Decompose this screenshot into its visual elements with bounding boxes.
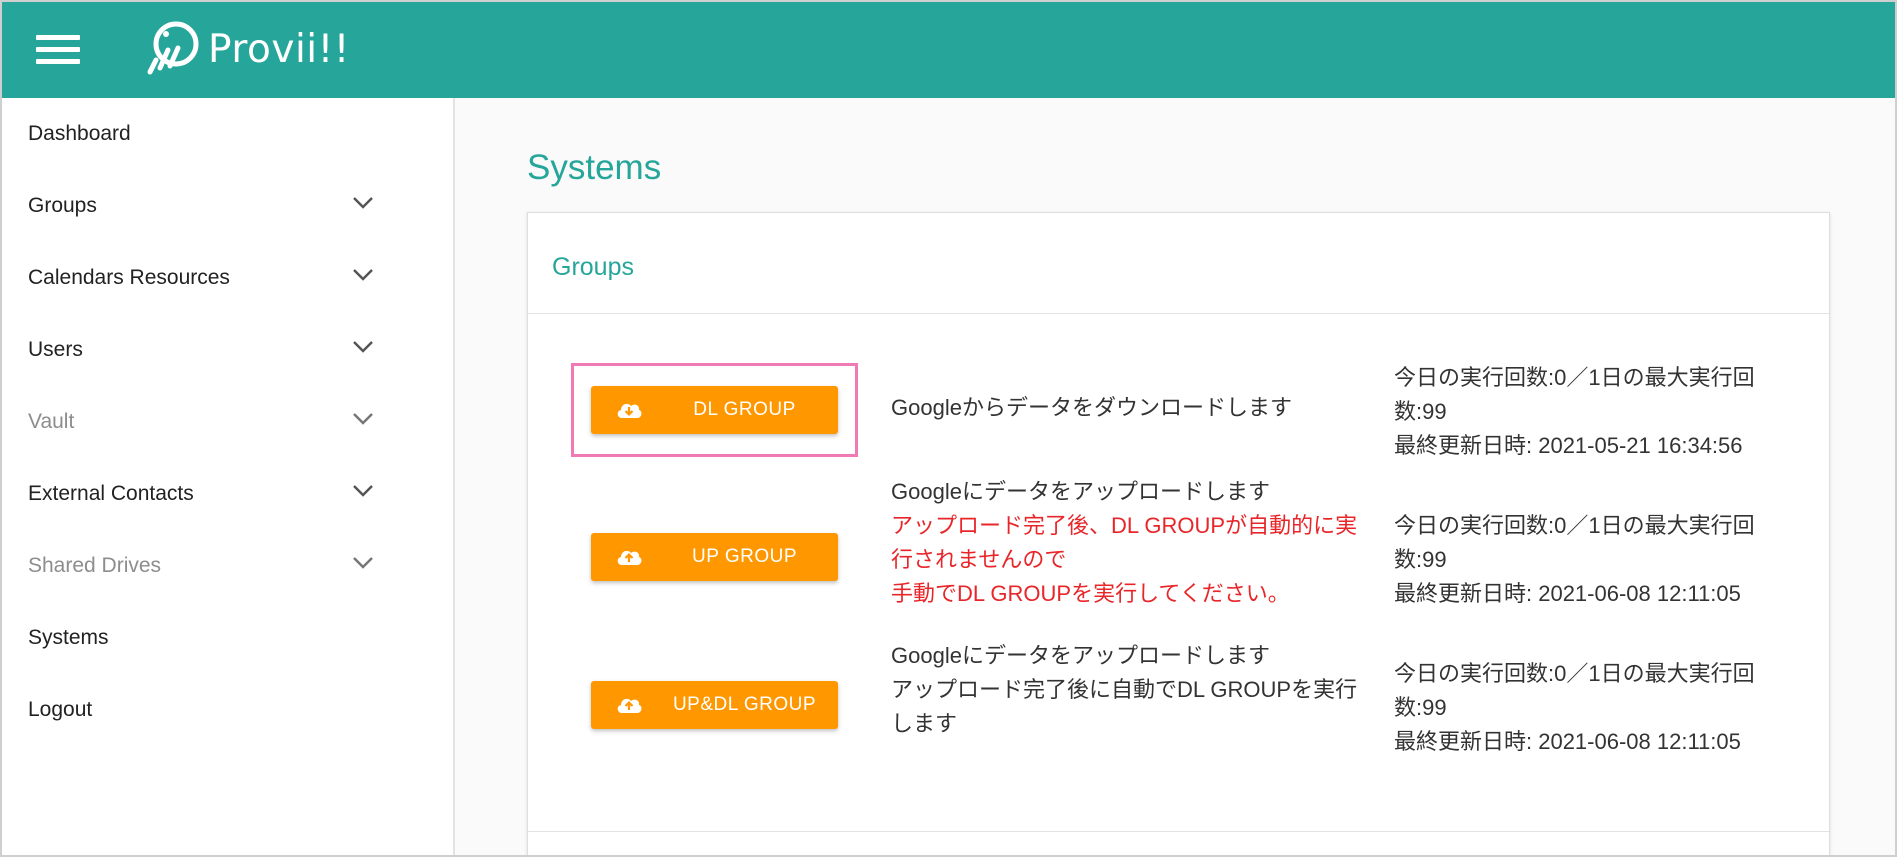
description-line: Googleにデータをアップロードします <box>891 479 1270 504</box>
cloud-upload-icon <box>617 698 642 713</box>
execution-max: 数:99 <box>1394 399 1447 424</box>
groups-card: Groups DL GROUP Googleからデータをダウンロードします 今日… <box>527 212 1830 855</box>
sidebar-item-shared-drives[interactable]: Shared Drives <box>2 530 453 602</box>
sidebar-item-systems[interactable]: Systems <box>2 602 453 674</box>
sidebar-item-external-contacts[interactable]: External Contacts <box>2 458 453 530</box>
sidebar-item-label: Systems <box>28 626 109 649</box>
sidebar-nav: Dashboard Groups Calendars Resources Use… <box>2 98 455 855</box>
row-description: Googleにデータをアップロードします アップロード完了後に自動でDL GRO… <box>891 639 1371 741</box>
sidebar-item-dashboard[interactable]: Dashboard <box>2 98 453 170</box>
provii-logo-icon <box>147 21 199 75</box>
sidebar-item-label: Shared Drives <box>28 554 162 577</box>
description-line: Googleにデータをアップロードします <box>891 643 1270 668</box>
chevron-down-icon <box>353 557 373 569</box>
row-description: Googleからデータをダウンロードします <box>891 391 1371 425</box>
execution-max: 数:99 <box>1394 695 1447 720</box>
sidebar-item-label: Users <box>28 338 83 361</box>
dl-group-button[interactable]: DL GROUP <box>591 386 838 434</box>
sidebar-item-vault[interactable]: Vault <box>2 386 453 458</box>
app-window: Provii!! Dashboard Groups Calendars Reso… <box>0 0 1897 857</box>
brand-name: Provii!! <box>208 26 350 72</box>
sidebar-item-users[interactable]: Users <box>2 314 453 386</box>
menu-icon[interactable] <box>36 35 80 65</box>
warning-line: アップロード完了後、DL GROUPが自動的に実 <box>891 513 1358 538</box>
card-title: Groups <box>552 253 634 281</box>
sidebar-item-label: External Contacts <box>28 482 194 505</box>
row-description: Googleにデータをアップロードします アップロード完了後、DL GROUPが… <box>891 475 1371 611</box>
sidebar-item-label: Dashboard <box>28 122 131 145</box>
up-group-button[interactable]: UP GROUP <box>591 533 838 581</box>
button-label: DL GROUP <box>693 399 796 420</box>
chevron-down-icon <box>353 197 373 209</box>
execution-count: 今日の実行回数:0／1日の最大実行回 <box>1394 513 1755 538</box>
chevron-down-icon <box>353 413 373 425</box>
button-label: UP&DL GROUP <box>672 694 817 715</box>
description-line: します <box>891 711 958 736</box>
cloud-download-icon <box>617 403 642 418</box>
button-label: UP GROUP <box>691 546 797 567</box>
last-updated: 最終更新日時: 2021-06-08 12:11:05 <box>1394 729 1741 754</box>
sidebar-item-label: Vault <box>28 410 75 433</box>
sidebar-item-label: Logout <box>28 698 93 721</box>
row-stats: 今日の実行回数:0／1日の最大実行回 数:99 最終更新日時: 2021-05-… <box>1394 361 1794 463</box>
execution-count: 今日の実行回数:0／1日の最大実行回 <box>1394 365 1755 390</box>
chevron-down-icon <box>353 341 373 353</box>
execution-max: 数:99 <box>1394 547 1447 572</box>
page-title: Systems <box>527 148 662 187</box>
card-divider <box>528 313 1829 314</box>
brand-logo[interactable]: Provii!! <box>140 16 350 82</box>
sidebar-item-label: Calendars Resources <box>28 266 230 289</box>
warning-line: 手動でDL GROUPを実行してください。 <box>891 581 1290 606</box>
description-line: アップロード完了後に自動でDL GROUPを実行 <box>891 677 1358 702</box>
row-stats: 今日の実行回数:0／1日の最大実行回 数:99 最終更新日時: 2021-06-… <box>1394 509 1794 611</box>
main-content: Systems Groups DL GROUP Googleからデータをダウンロ… <box>455 98 1895 855</box>
sidebar-item-logout[interactable]: Logout <box>2 674 453 746</box>
chevron-down-icon <box>353 485 373 497</box>
sidebar-item-label: Groups <box>28 194 97 217</box>
execution-count: 今日の実行回数:0／1日の最大実行回 <box>1394 661 1755 686</box>
last-updated: 最終更新日時: 2021-05-21 16:34:56 <box>1394 433 1743 458</box>
card-divider <box>528 831 1829 832</box>
sidebar-item-groups[interactable]: Groups <box>2 170 453 242</box>
up-dl-group-button[interactable]: UP&DL GROUP <box>591 681 838 729</box>
last-updated: 最終更新日時: 2021-06-08 12:11:05 <box>1394 581 1741 606</box>
row-stats: 今日の実行回数:0／1日の最大実行回 数:99 最終更新日時: 2021-06-… <box>1394 657 1794 759</box>
chevron-down-icon <box>353 269 373 281</box>
sidebar-item-calendars-resources[interactable]: Calendars Resources <box>2 242 453 314</box>
cloud-upload-icon <box>617 550 642 565</box>
top-app-bar: Provii!! <box>2 2 1895 98</box>
description-line: Googleからデータをダウンロードします <box>891 395 1292 420</box>
warning-line: 行されませんので <box>891 547 1067 572</box>
